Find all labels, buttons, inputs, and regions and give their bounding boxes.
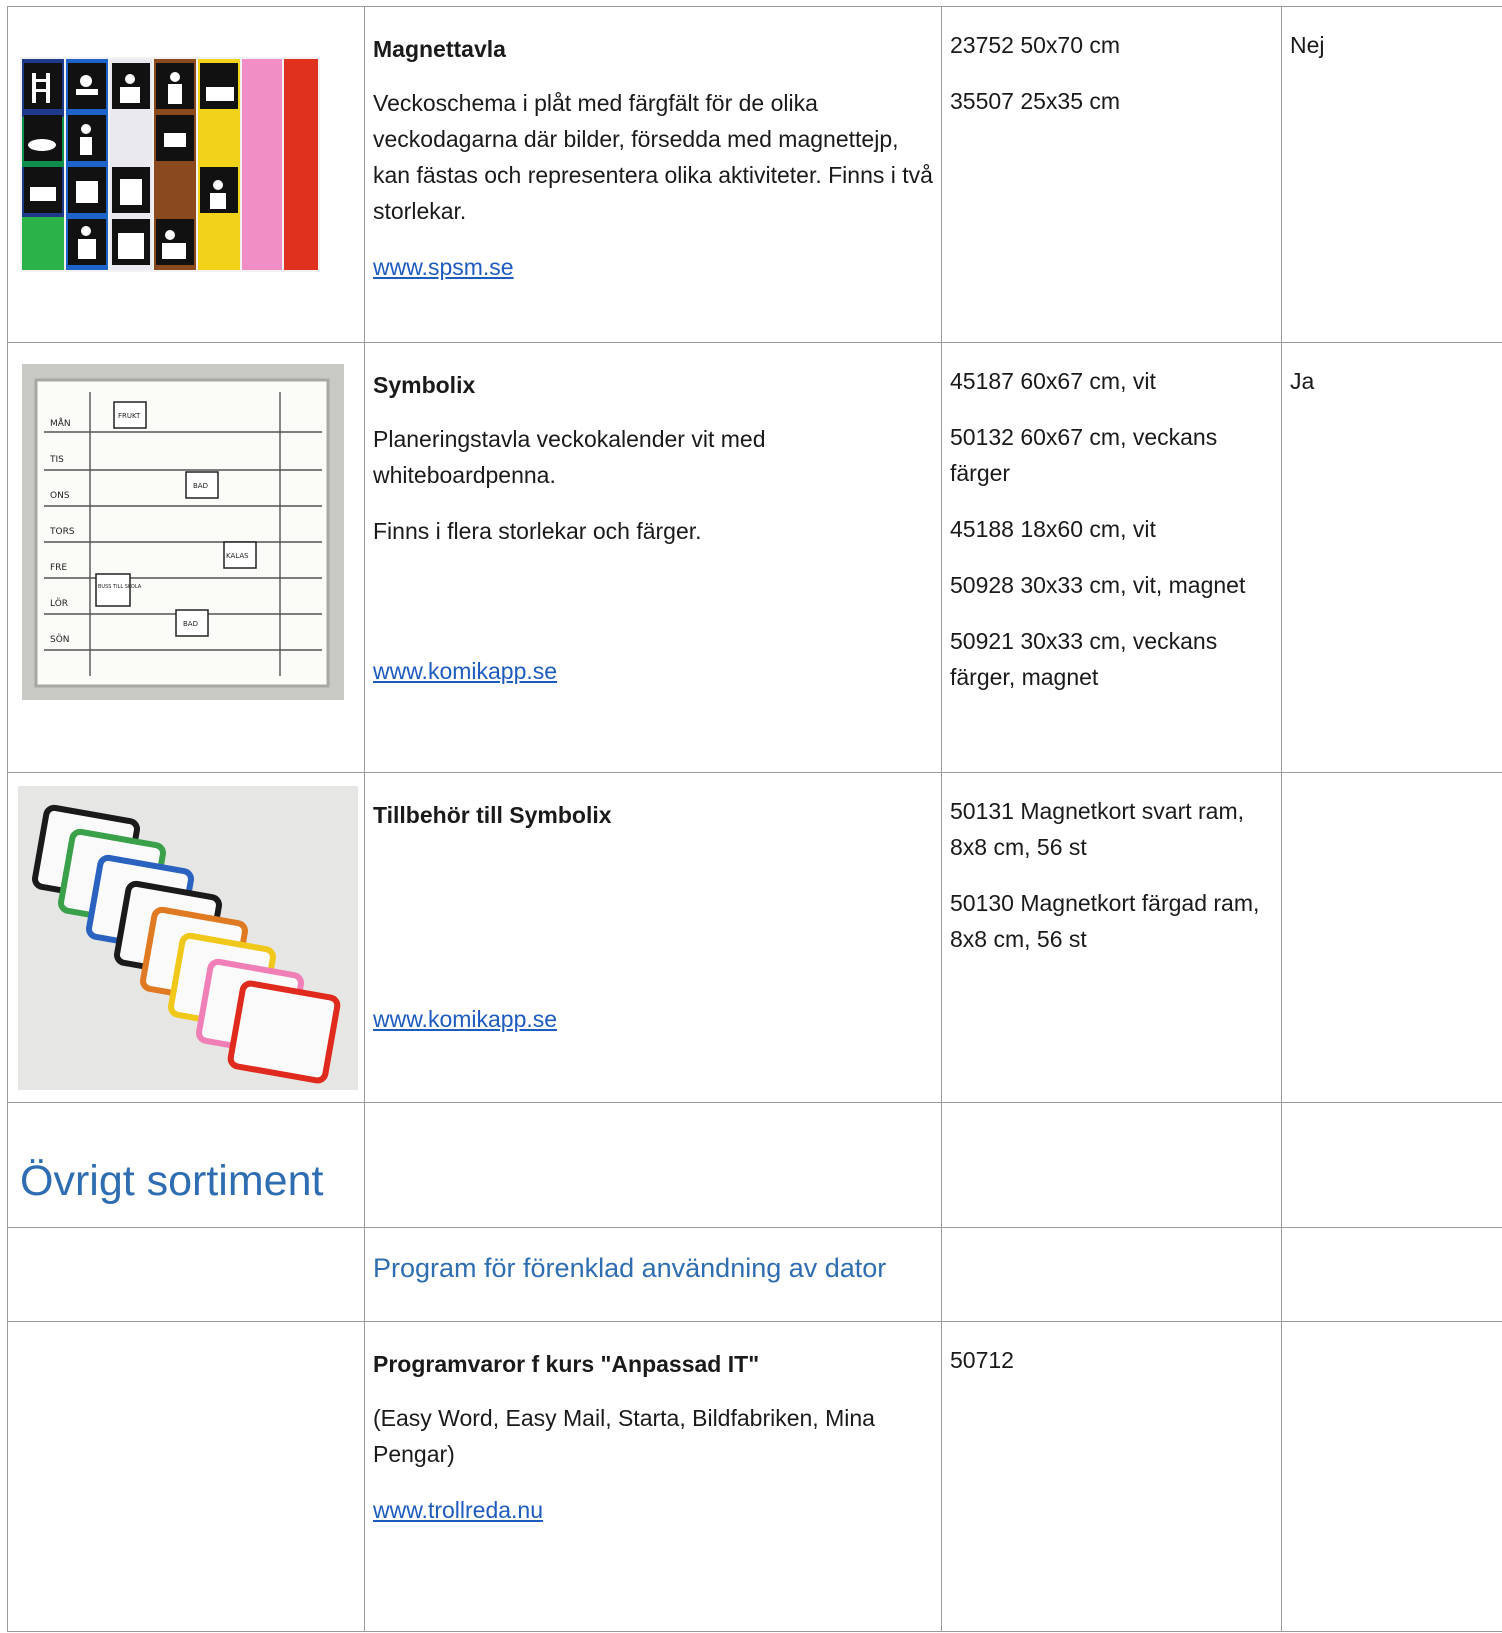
article-number: 35507 25x35 cm bbox=[950, 88, 1121, 114]
extra-cell bbox=[1281, 772, 1502, 1103]
article-number: 23752 50x70 cm bbox=[950, 32, 1121, 58]
image-cell bbox=[7, 772, 365, 1103]
extra-cell: Nej bbox=[1281, 6, 1502, 343]
board-card-text: BAD bbox=[183, 620, 198, 628]
magnettavla-image bbox=[20, 57, 320, 272]
empty-cell bbox=[7, 1321, 365, 1632]
subsection-heading: Program för förenklad användning av dato… bbox=[373, 1253, 887, 1283]
article-number: 50132 60x67 cm, veckans färger bbox=[950, 424, 1218, 486]
product-description: (Easy Word, Easy Mail, Starta, Bildfabri… bbox=[373, 1405, 875, 1467]
board-day-label: SÖN bbox=[50, 634, 70, 645]
article-number: 50712 bbox=[950, 1347, 1014, 1373]
board-card-text: FRUKT bbox=[118, 412, 141, 420]
table-row: Övrigt sortiment bbox=[7, 1102, 1502, 1228]
table-row: MÅN TIS ONS TORS FRE LÖR SÖN FRUKT BAD K… bbox=[7, 342, 1502, 773]
empty-cell bbox=[364, 1102, 942, 1228]
article-number: 50921 30x33 cm, veckans färger, magnet bbox=[950, 628, 1218, 690]
table-row: Tillbehör till Symbolix www.komikapp.se … bbox=[7, 772, 1502, 1103]
empty-cell bbox=[1281, 1102, 1502, 1228]
article-cell: 23752 50x70 cm 35507 25x35 cm bbox=[941, 6, 1282, 343]
board-day-label: MÅN bbox=[50, 417, 71, 429]
empty-cell bbox=[7, 1227, 365, 1322]
section-heading-cell: Övrigt sortiment bbox=[7, 1102, 365, 1228]
product-description: Planeringstavla veckokalender vit med wh… bbox=[373, 426, 766, 488]
board-day-label: ONS bbox=[50, 491, 70, 501]
article-cell: 50131 Magnetkort svart ram, 8x8 cm, 56 s… bbox=[941, 772, 1282, 1103]
product-title: Programvaror f kurs "Anpassad IT" bbox=[373, 1351, 760, 1377]
board-card-text: BUSS TILL SKOLA bbox=[98, 584, 142, 590]
symbolix-image: MÅN TIS ONS TORS FRE LÖR SÖN FRUKT BAD K… bbox=[22, 364, 344, 700]
extra-cell: Ja bbox=[1281, 342, 1502, 773]
empty-cell bbox=[941, 1227, 1282, 1322]
image-cell bbox=[7, 6, 365, 343]
article-number: 50130 Magnetkort färgad ram, 8x8 cm, 56 … bbox=[950, 890, 1260, 952]
product-link[interactable]: www.komikapp.se bbox=[373, 658, 557, 684]
empty-cell bbox=[1281, 1321, 1502, 1632]
article-cell: 45187 60x67 cm, vit 50132 60x67 cm, veck… bbox=[941, 342, 1282, 773]
image-cell: MÅN TIS ONS TORS FRE LÖR SÖN FRUKT BAD K… bbox=[7, 342, 365, 773]
product-description: Finns i flera storlekar och färger. bbox=[373, 518, 702, 544]
board-day-label: TIS bbox=[49, 455, 64, 465]
article-cell: 50712 bbox=[941, 1321, 1282, 1632]
empty-cell bbox=[941, 1102, 1282, 1228]
article-number: 50131 Magnetkort svart ram, 8x8 cm, 56 s… bbox=[950, 798, 1245, 860]
product-title: Tillbehör till Symbolix bbox=[373, 802, 612, 828]
product-link[interactable]: www.spsm.se bbox=[373, 254, 514, 280]
article-number: 45187 60x67 cm, vit bbox=[950, 368, 1156, 394]
product-title: Magnettavla bbox=[373, 36, 506, 62]
product-link[interactable]: www.trollreda.nu bbox=[373, 1497, 543, 1523]
product-cell: Tillbehör till Symbolix www.komikapp.se bbox=[364, 772, 942, 1103]
product-cell: Symbolix Planeringstavla veckokalender v… bbox=[364, 342, 942, 773]
table-row: Program för förenklad användning av dato… bbox=[7, 1227, 1502, 1322]
board-day-label: TORS bbox=[49, 527, 75, 537]
product-table: Magnettavla Veckoschema i plåt med färgf… bbox=[7, 6, 1502, 1632]
subsection-heading-cell: Program för förenklad användning av dato… bbox=[364, 1227, 942, 1322]
extra-value: Nej bbox=[1290, 32, 1325, 58]
board-day-label: LÖR bbox=[50, 598, 68, 609]
board-day-label: FRE bbox=[50, 563, 67, 573]
product-cell: Magnettavla Veckoschema i plåt med färgf… bbox=[364, 6, 942, 343]
product-cell: Programvaror f kurs "Anpassad IT" (Easy … bbox=[364, 1321, 942, 1632]
article-number: 45188 18x60 cm, vit bbox=[950, 516, 1156, 542]
article-number: 50928 30x33 cm, vit, magnet bbox=[950, 572, 1246, 598]
product-title: Symbolix bbox=[373, 372, 476, 398]
board-card-text: KALAS bbox=[226, 552, 249, 560]
product-description: Veckoschema i plåt med färgfält för de o… bbox=[373, 90, 933, 224]
empty-cell bbox=[1281, 1227, 1502, 1322]
product-link[interactable]: www.komikapp.se bbox=[373, 1006, 557, 1032]
board-card-text: BAD bbox=[193, 482, 208, 490]
extra-value: Ja bbox=[1290, 368, 1315, 394]
tillbehor-image bbox=[18, 786, 358, 1090]
table-row: Magnettavla Veckoschema i plåt med färgf… bbox=[7, 6, 1502, 343]
section-heading: Övrigt sortiment bbox=[20, 1157, 324, 1205]
table-row: Programvaror f kurs "Anpassad IT" (Easy … bbox=[7, 1321, 1502, 1632]
